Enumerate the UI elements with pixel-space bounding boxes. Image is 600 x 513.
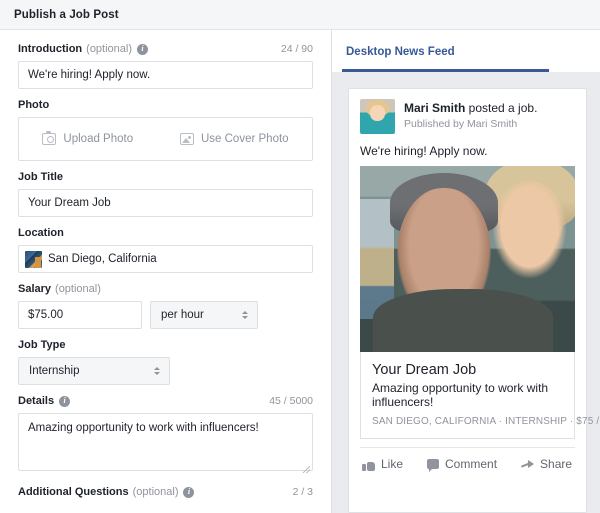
photo-label: Photo: [18, 99, 50, 111]
thumbs-up-icon: [362, 458, 375, 471]
field-location: Location San Diego, California: [18, 226, 313, 273]
field-job-type: Job Type Internship: [18, 338, 313, 385]
additional-questions-optional-label: (optional): [132, 486, 179, 498]
job-title-value: Your Dream Job: [28, 197, 111, 209]
share-label: Share: [540, 457, 573, 471]
like-label: Like: [381, 457, 404, 471]
field-salary: Salary (optional) $75.00 per hour: [18, 282, 313, 329]
tab-active-indicator: [342, 69, 549, 72]
photo-picker: Upload Photo Use Cover Photo: [18, 117, 313, 161]
info-icon[interactable]: i: [137, 43, 149, 55]
job-type-label-row: Job Type: [18, 338, 313, 352]
salary-amount-value: $75.00: [28, 309, 64, 321]
resize-handle-icon[interactable]: [303, 466, 310, 473]
post-author-block: Mari Smith posted a job. Published by Ma…: [404, 99, 537, 130]
job-title-label: Job Title: [18, 171, 64, 183]
job-card-description: Amazing opportunity to work with influen…: [372, 381, 549, 409]
upload-photo-label: Upload Photo: [63, 133, 134, 145]
introduction-input[interactable]: We're hiring! Apply now.: [18, 61, 313, 89]
location-value: San Diego, California: [48, 253, 157, 265]
comment-bubble-icon: [427, 459, 440, 472]
comment-label: Comment: [445, 457, 498, 471]
introduction-optional-label: (optional): [86, 43, 133, 55]
introduction-label-row: Introduction (optional) i 24 / 90: [18, 42, 313, 56]
job-type-value: Internship: [29, 365, 80, 377]
details-label-row: Details i 45 / 5000: [18, 394, 313, 408]
dialog-body: Introduction (optional) i 24 / 90 We're …: [0, 30, 600, 513]
post-actions: Like Comment Share: [360, 447, 575, 480]
job-card-title: Your Dream Job: [372, 362, 477, 378]
details-label: Details: [18, 395, 55, 407]
salary-row: $75.00 per hour: [18, 301, 313, 329]
publish-job-post-dialog: Publish a Job Post Introduction (optiona…: [0, 0, 600, 513]
location-label-row: Location: [18, 226, 313, 240]
salary-period-select[interactable]: per hour: [150, 301, 258, 329]
location-label: Location: [18, 227, 64, 239]
details-counter: 45 / 5000: [269, 395, 313, 407]
introduction-label: Introduction: [18, 43, 83, 55]
avatar: [360, 99, 395, 134]
salary-period-value: per hour: [161, 309, 204, 321]
field-additional-questions: Additional Questions (optional) i 2 / 3: [18, 485, 313, 499]
chevron-updown-icon: [152, 364, 161, 378]
photo-person1-torso: [372, 288, 554, 352]
additional-questions-label-row: Additional Questions (optional) i 2 / 3: [18, 485, 313, 499]
chevron-updown-icon: [240, 308, 249, 322]
location-thumbnail-icon: [25, 250, 42, 268]
job-type-label: Job Type: [18, 339, 66, 351]
news-feed-preview: Mari Smith posted a job. Published by Ma…: [332, 72, 600, 513]
additional-questions-label: Additional Questions: [18, 486, 129, 498]
job-attachment-card[interactable]: Your Dream Job Amazing opportunity to wo…: [360, 352, 600, 439]
post-author-line: Mari Smith posted a job.: [404, 100, 537, 116]
use-cover-photo-button[interactable]: Use Cover Photo: [179, 133, 289, 145]
tab-desktop-news-feed[interactable]: Desktop News Feed: [346, 34, 455, 69]
use-cover-photo-label: Use Cover Photo: [200, 133, 289, 145]
field-photo: Photo Upload Photo Use Cover Photo: [18, 98, 313, 161]
comment-button[interactable]: Comment: [427, 457, 498, 472]
job-post-form: Introduction (optional) i 24 / 90 We're …: [0, 30, 332, 513]
job-type-select[interactable]: Internship: [18, 357, 170, 385]
location-input[interactable]: San Diego, California: [18, 245, 313, 273]
camera-icon: [42, 131, 57, 145]
post-action-text: posted a job.: [465, 101, 538, 115]
additional-questions-counter: 2 / 3: [292, 486, 313, 498]
image-icon: [179, 133, 194, 145]
introduction-value: We're hiring! Apply now.: [28, 69, 151, 81]
upload-photo-button[interactable]: Upload Photo: [42, 131, 134, 145]
post-published-by: Published by Mari Smith: [404, 118, 518, 131]
post-header: Mari Smith posted a job. Published by Ma…: [360, 99, 575, 134]
post-message: We're hiring! Apply now.: [360, 144, 488, 158]
photo-label-row: Photo: [18, 98, 313, 112]
like-button[interactable]: Like: [362, 457, 403, 471]
job-title-input[interactable]: Your Dream Job: [18, 189, 313, 217]
field-job-title: Job Title Your Dream Job: [18, 170, 313, 217]
preview-tabbar: Desktop News Feed: [332, 30, 600, 72]
salary-optional-label: (optional): [55, 283, 101, 295]
salary-label-row: Salary (optional): [18, 282, 313, 296]
introduction-counter: 24 / 90: [280, 43, 313, 55]
salary-amount-input[interactable]: $75.00: [18, 301, 142, 329]
details-textarea-wrapper: [18, 413, 313, 476]
dialog-titlebar: Publish a Job Post: [0, 0, 600, 30]
info-icon[interactable]: i: [183, 486, 195, 498]
job-card-meta: SAN DIEGO, CALIFORNIA · INTERNSHIP · $75…: [372, 416, 600, 427]
photo-person2-face: [493, 180, 567, 278]
post-photo[interactable]: [360, 166, 575, 352]
field-details: Details i 45 / 5000: [18, 394, 313, 476]
page-title: Publish a Job Post: [14, 8, 119, 21]
share-arrow-icon: [521, 459, 535, 470]
details-textarea[interactable]: [18, 413, 313, 471]
share-button[interactable]: Share: [521, 457, 572, 471]
info-icon[interactable]: i: [59, 395, 71, 407]
field-introduction: Introduction (optional) i 24 / 90 We're …: [18, 42, 313, 89]
job-title-label-row: Job Title: [18, 170, 313, 184]
post-card: Mari Smith posted a job. Published by Ma…: [348, 88, 600, 513]
post-author-name[interactable]: Mari Smith: [404, 101, 465, 115]
preview-pane: Desktop News Feed Mari Smith posted a jo…: [332, 30, 600, 513]
salary-label: Salary: [18, 283, 52, 295]
